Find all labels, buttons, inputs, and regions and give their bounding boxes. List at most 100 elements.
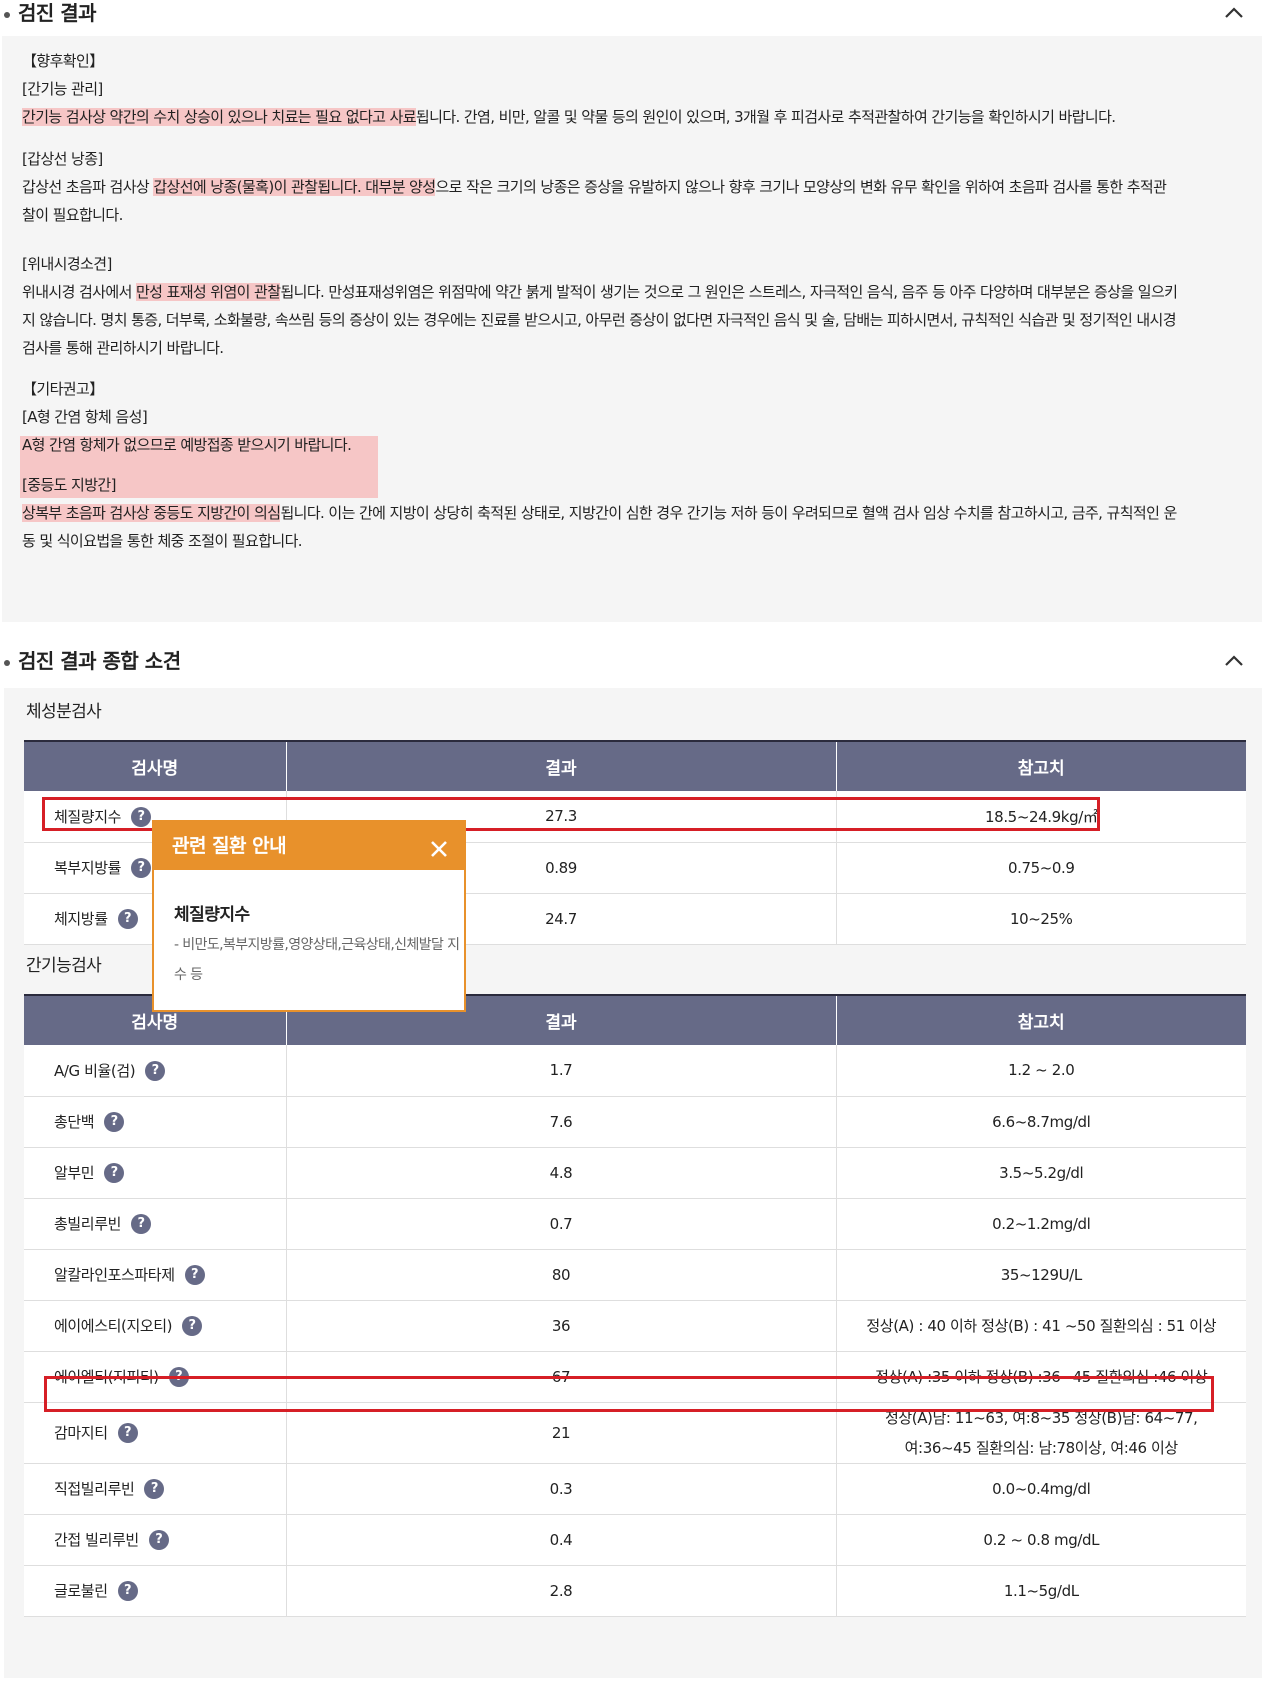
- collapse-chevron-icon[interactable]: [1220, 0, 1248, 26]
- header-result: 결과: [286, 740, 837, 791]
- test-name-cell: 에이에스티(지오티)?: [24, 1300, 287, 1352]
- test-name-cell: 총단백?: [24, 1096, 287, 1148]
- highlight-text: 갑상선에 낭종(물혹)이 관찰됩니다. 대부분 양성: [153, 178, 436, 196]
- reference-cell: 10~25%: [836, 893, 1246, 945]
- reference-cell: 3.5~5.2g/dl: [836, 1147, 1246, 1199]
- fatty-text: 상복부 초음파 검사상 중등도 지방간이 의심됩니다. 이는 간에 지방이 상당…: [22, 498, 1177, 528]
- text-span: 으로 작은 크기의 낭종은 증상을 유발하지 않으나 향후 크기나 모양상의 변…: [435, 178, 1167, 196]
- test-name-cell: 알칼라인포스파타제?: [24, 1249, 287, 1301]
- bullet-icon: [4, 660, 10, 666]
- help-icon[interactable]: ?: [104, 1112, 125, 1133]
- table-row: 간접 빌리루빈? 0.4 0.2 ~ 0.8 mg/dL: [24, 1514, 1246, 1566]
- test-name-cell: 직접빌리루빈?: [24, 1463, 287, 1515]
- hepa-title: [A형 간염 항체 음성]: [22, 408, 148, 426]
- test-name-cell: 총빌리루빈?: [24, 1198, 287, 1250]
- result-cell: 7.6: [286, 1096, 837, 1148]
- table-row: A/G 비율(검)? 1.7 1.2 ~ 2.0: [24, 1045, 1246, 1097]
- popup-title: 관련 질환 안내: [172, 835, 287, 857]
- fatty-title: [중등도 지방간]: [22, 476, 116, 494]
- section-title: 검진 결과: [18, 1, 97, 25]
- table-row: 총단백? 7.6 6.6~8.7mg/dl: [24, 1096, 1246, 1148]
- liver-text: 간기능 검사상 약간의 수치 상승이 있으나 치료는 필요 없다고 사료됩니다.…: [22, 102, 1116, 132]
- heading-other: 【기타권고】: [22, 380, 104, 398]
- reference-cell: 0.75~0.9: [836, 842, 1246, 894]
- reference-cell: 1.1~5g/dL: [836, 1565, 1246, 1617]
- help-icon[interactable]: ?: [145, 1061, 166, 1081]
- result-cell: 36: [286, 1300, 837, 1352]
- bullet-icon: [4, 12, 10, 18]
- reference-cell: 정상(A) : 40 이하 정상(B) : 41 ~50 질환의심 : 51 이…: [836, 1300, 1246, 1352]
- help-icon[interactable]: ?: [144, 1479, 165, 1500]
- liver-function-title: 간기능검사: [26, 956, 102, 976]
- test-name: 직접빌리루빈: [54, 1479, 135, 1498]
- fatty-text-cont: 동 및 식이요법을 통한 체중 조절이 필요합니다.: [22, 532, 303, 550]
- result-cell: 0.7: [286, 1198, 837, 1250]
- gastro-text-cont: 지 않습니다. 명치 통증, 더부룩, 소화불량, 속쓰림 등의 증상이 있는 …: [22, 311, 1177, 329]
- help-icon[interactable]: ?: [184, 1265, 205, 1286]
- help-icon[interactable]: ?: [104, 1163, 125, 1184]
- gastro-text-cont2: 검사를 통해 관리하시기 바랍니다.: [22, 339, 224, 357]
- result-cell: 0.3: [286, 1463, 837, 1515]
- table-row: 총빌리루빈? 0.7 0.2~1.2mg/dl: [24, 1198, 1246, 1250]
- gastro-text: 위내시경 검사에서 만성 표재성 위염이 관찰됩니다. 만성표재성위염은 위점막…: [22, 277, 1178, 307]
- table-row: 알칼라인포스파타제? 80 35~129U/L: [24, 1249, 1246, 1301]
- table-row: 에이에스티(지오티)? 36 정상(A) : 40 이하 정상(B) : 41 …: [24, 1300, 1246, 1352]
- test-name: 간접 빌리루빈: [54, 1530, 139, 1549]
- header-test-name: 검사명: [24, 740, 287, 791]
- test-name: 알부민: [54, 1163, 95, 1182]
- section-title: 검진 결과 종합 소견: [18, 649, 181, 673]
- result-cell: 4.8: [286, 1147, 837, 1199]
- reference-cell: 1.2 ~ 2.0: [836, 1045, 1246, 1097]
- thyroid-title: [갑상선 낭종]: [22, 150, 103, 168]
- reference-line: 여:36~45 질환의심: 남:78이상, 여:46 이상: [904, 1438, 1179, 1457]
- test-name: 감마지티: [54, 1423, 108, 1442]
- test-name: 알칼라인포스파타제: [54, 1265, 175, 1284]
- test-name: 총빌리루빈: [54, 1214, 122, 1233]
- test-name: 에이에스티(지오티): [54, 1316, 173, 1335]
- result-cell: 2.8: [286, 1565, 837, 1617]
- help-icon[interactable]: ?: [182, 1316, 203, 1337]
- gastro-title: [위내시경소견]: [22, 255, 112, 273]
- text-span: 됩니다. 간염, 비만, 알콜 및 약물 등의 원인이 있으며, 3개월 후 피…: [415, 108, 1116, 126]
- help-icon[interactable]: ?: [131, 1214, 152, 1235]
- help-icon[interactable]: ?: [117, 1581, 138, 1602]
- test-name: 총단백: [54, 1112, 95, 1131]
- section-header-checkup-result: 검진 결과: [0, 0, 1266, 36]
- close-icon[interactable]: [426, 832, 452, 858]
- liver-title: [간기능 관리]: [22, 80, 103, 98]
- collapse-chevron-icon[interactable]: [1220, 648, 1248, 674]
- section-header-summary: 검진 결과 종합 소견: [0, 648, 1266, 684]
- table-row: 글로불린? 2.8 1.1~5g/dL: [24, 1565, 1246, 1617]
- body-composition-title: 체성분검사: [26, 702, 102, 722]
- test-name-cell: A/G 비율(검)?: [24, 1045, 287, 1097]
- result-opinion-panel: 【향후확인】 [간기능 관리] 간기능 검사상 약간의 수치 상승이 있으나 치…: [2, 36, 1262, 622]
- liver-function-table: 검사명 결과 참고치 A/G 비율(검)? 1.7 1.2 ~ 2.0 총단백?…: [24, 994, 1246, 1617]
- test-name: 체지방률: [54, 909, 108, 928]
- hepa-text: A형 간염 항체가 없으므로 예방접종 받으시기 바랍니다.: [22, 436, 352, 454]
- highlight-text: 상복부 초음파 검사상 중등도 지방간이 의심: [22, 504, 281, 522]
- text-span: 됩니다. 이는 간에 지방이 상당히 축적된 상태로, 지방간이 심한 경우 간…: [280, 504, 1177, 522]
- reference-cell: 6.6~8.7mg/dl: [836, 1096, 1246, 1148]
- result-cell: 1.7: [286, 1045, 837, 1097]
- popup-item-title: 체질량지수: [174, 905, 250, 925]
- popup-header: 관련 질환 안내: [154, 822, 464, 870]
- help-icon[interactable]: ?: [117, 909, 138, 930]
- text-span: 갑상선 초음파 검사상: [22, 178, 154, 196]
- thyroid-text-cont: 찰이 필요합니다.: [22, 206, 123, 224]
- help-icon[interactable]: ?: [131, 858, 152, 879]
- help-icon[interactable]: ?: [148, 1530, 169, 1551]
- test-name-cell: 간접 빌리루빈?: [24, 1514, 287, 1566]
- text-span: 됩니다. 만성표재성위염은 위점막에 약간 붉게 발적이 생기는 것으로 그 원…: [280, 283, 1178, 301]
- result-cell: 0.4: [286, 1514, 837, 1566]
- highlight-text: 만성 표재성 위염이 관찰: [135, 283, 281, 301]
- popup-item-description: - 비만도,복부지방률,영양상태,근육상태,신체발달 지수 등: [174, 937, 460, 983]
- result-cell: 80: [286, 1249, 837, 1301]
- test-name: 복부지방률: [54, 858, 122, 877]
- reference-cell: 0.2 ~ 0.8 mg/dL: [836, 1514, 1246, 1566]
- help-icon[interactable]: ?: [117, 1423, 138, 1443]
- thyroid-text: 갑상선 초음파 검사상 갑상선에 낭종(물혹)이 관찰됩니다. 대부분 양성으로…: [22, 172, 1167, 202]
- text-span: 위내시경 검사에서: [22, 283, 136, 301]
- test-name-cell: 글로불린?: [24, 1565, 287, 1617]
- test-name: 글로불린: [54, 1581, 108, 1600]
- test-name: A/G 비율(검): [54, 1061, 136, 1080]
